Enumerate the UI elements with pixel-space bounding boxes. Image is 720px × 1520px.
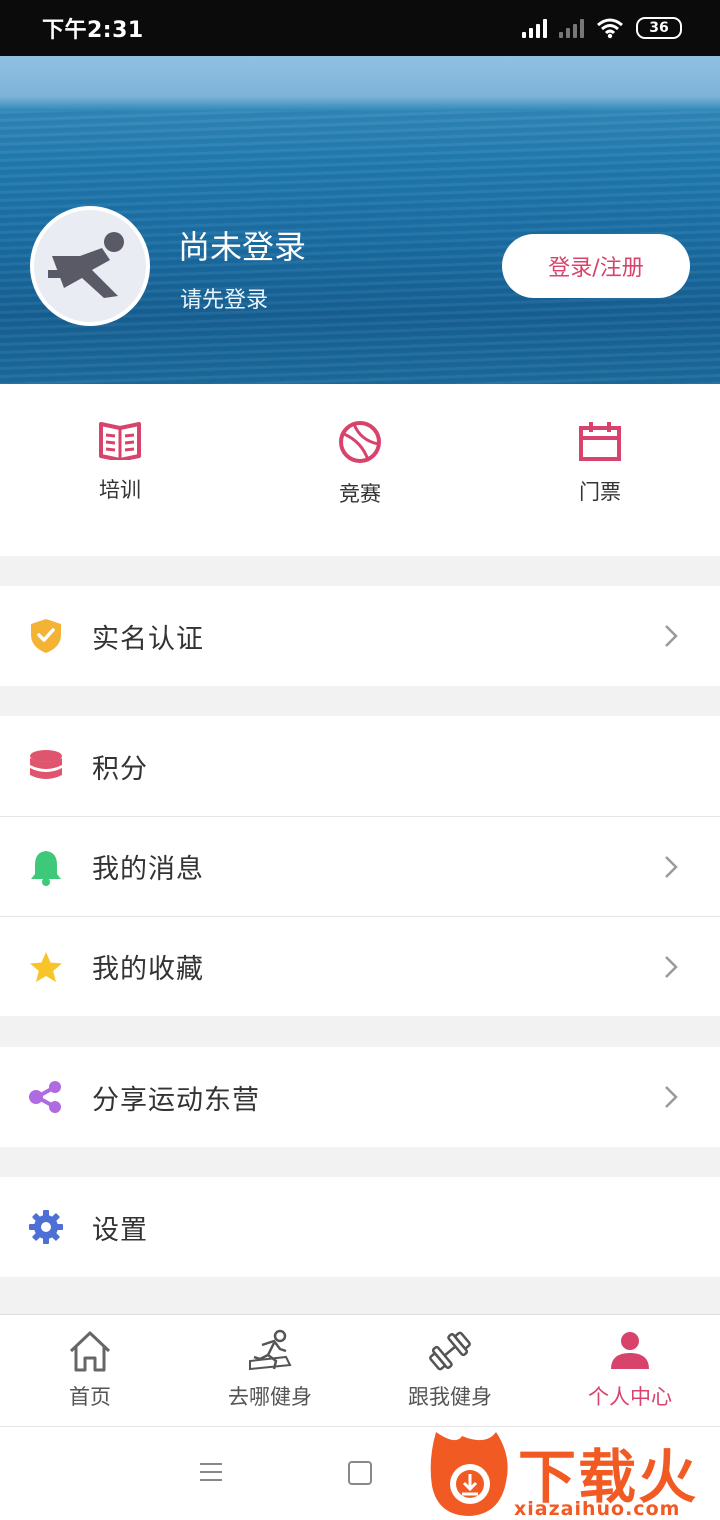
menu-icon[interactable]: [200, 1463, 222, 1487]
menu-item-settings[interactable]: 设置: [0, 1177, 720, 1277]
menu-settings-label: 设置: [92, 1214, 148, 1246]
tab-follow-fitness[interactable]: 跟我健身: [360, 1315, 540, 1426]
signal-2-icon: [559, 18, 584, 38]
menu-group-share: 分享运动东营: [0, 1047, 720, 1147]
gear-icon: [28, 1209, 64, 1245]
shield-check-icon: [28, 618, 64, 654]
quick-tickets-label: 门票: [579, 480, 621, 504]
status-icons: 36: [522, 17, 682, 39]
coins-icon: [28, 748, 64, 784]
chevron-right-icon: [665, 625, 678, 647]
quick-training-label: 培训: [99, 478, 141, 502]
quick-competition-label: 竞赛: [339, 482, 381, 506]
menu-messages-label: 我的消息: [92, 854, 204, 885]
avatar[interactable]: [30, 206, 150, 326]
person-icon: [611, 1332, 649, 1369]
status-bar: 下午2:31 36: [0, 0, 720, 56]
menu-item-verify[interactable]: 实名认证: [0, 586, 720, 686]
quick-links: 培训 竞赛 门票: [0, 384, 720, 556]
login-hint: 请先登录: [180, 288, 269, 313]
menu-group-account: 积分 我的消息 我的收藏: [0, 716, 720, 1016]
tab-profile[interactable]: 个人中心: [540, 1315, 720, 1426]
menu-share-label: 分享运动东营: [92, 1084, 260, 1116]
watermark: 下载火 xiazaihuo.com: [426, 1426, 720, 1520]
tab-home[interactable]: 首页: [0, 1315, 180, 1426]
battery-icon: 36: [636, 17, 682, 39]
status-time: 下午2:31: [42, 18, 144, 43]
menu-item-points[interactable]: 积分: [0, 716, 720, 816]
home-icon: [69, 1331, 111, 1372]
tab-follow-fitness-label: 跟我健身: [408, 1385, 492, 1409]
bottom-tab-bar: 首页 去哪健身 跟我健身 个人中心: [0, 1314, 720, 1426]
home-square-icon[interactable]: [348, 1461, 372, 1485]
flame-logo-icon: [430, 1432, 508, 1516]
tab-where-fitness[interactable]: 去哪健身: [180, 1315, 360, 1426]
quick-training[interactable]: 培训: [0, 384, 240, 556]
tab-profile-label: 个人中心: [588, 1385, 672, 1409]
chevron-right-icon: [665, 856, 678, 878]
share-icon: [28, 1079, 64, 1115]
calendar-icon: [579, 422, 621, 461]
profile-banner: 尚未登录 请先登录 登录/注册: [0, 56, 720, 384]
menu-favorites-label: 我的收藏: [92, 954, 204, 985]
book-icon: [99, 422, 141, 460]
bell-icon: [28, 849, 64, 886]
menu-points-label: 积分: [92, 753, 148, 785]
chevron-right-icon: [665, 1086, 678, 1108]
basketball-icon: [339, 421, 381, 463]
login-register-button[interactable]: 登录/注册: [502, 234, 690, 298]
chevron-right-icon: [665, 956, 678, 978]
user-name: 尚未登录: [178, 228, 307, 266]
tab-where-fitness-label: 去哪健身: [228, 1385, 312, 1409]
wifi-icon: [597, 18, 623, 39]
menu-group-settings: 设置: [0, 1177, 720, 1277]
quick-competition[interactable]: 竞赛: [240, 384, 480, 556]
quick-tickets[interactable]: 门票: [480, 384, 720, 556]
menu-item-messages[interactable]: 我的消息: [0, 816, 720, 916]
star-icon: [28, 949, 64, 985]
dumbbell-icon: [429, 1331, 471, 1371]
tab-home-label: 首页: [69, 1385, 111, 1409]
menu-item-favorites[interactable]: 我的收藏: [0, 916, 720, 1016]
menu-group-verify: 实名认证: [0, 586, 720, 686]
runner-icon: [249, 1329, 292, 1371]
menu-item-share[interactable]: 分享运动东营: [0, 1047, 720, 1147]
watermark-url: xiazaihuo.com: [514, 1498, 681, 1520]
signal-icon: [522, 18, 547, 38]
runner-avatar-icon: [48, 232, 124, 298]
menu-verify-label: 实名认证: [92, 623, 204, 655]
